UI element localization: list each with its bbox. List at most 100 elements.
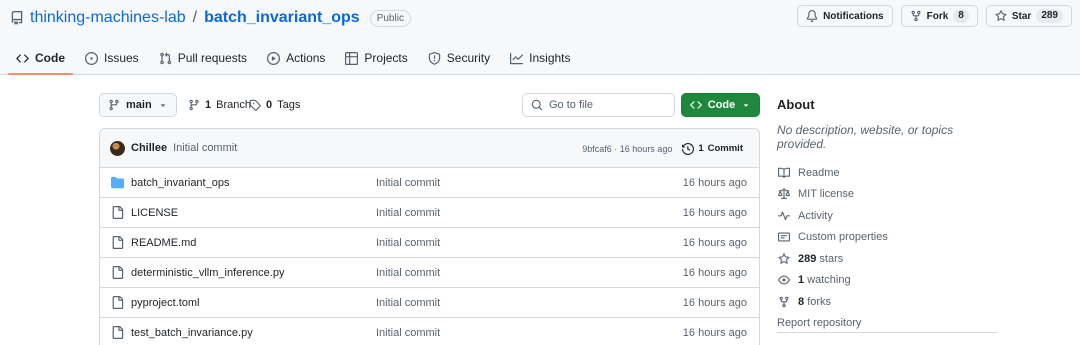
commit-hash-time[interactable]: 9bfcaf6 · 16 hours ago <box>582 144 672 154</box>
about-description: No description, website, or topics provi… <box>777 123 954 151</box>
commits-link[interactable]: 1 Commit <box>682 142 743 155</box>
shield-icon <box>428 51 441 65</box>
history-icon <box>682 142 695 155</box>
repo-name-link[interactable]: batch_invariant_ops <box>204 9 360 27</box>
file-date: 16 hours ago <box>682 177 747 189</box>
branch-icon <box>108 99 120 111</box>
table-icon <box>345 51 359 65</box>
table-row: LICENSE Initial commit 16 hours ago <box>100 198 759 228</box>
code-dropdown-button[interactable]: Code <box>681 93 760 117</box>
fork-icon <box>910 10 922 22</box>
star-label: Star <box>1011 10 1032 22</box>
about-sidebar: About No description, website, or topics… <box>777 97 997 334</box>
pulse-icon <box>777 210 790 222</box>
branch-name: main <box>126 99 152 111</box>
license-link[interactable]: MIT license <box>777 184 997 206</box>
table-row: batch_invariant_ops Initial commit 16 ho… <box>100 168 759 198</box>
tab-issues[interactable]: Issues <box>77 42 147 74</box>
file-commit-link[interactable]: Initial commit <box>376 288 440 318</box>
tab-insights[interactable]: Insights <box>502 42 578 74</box>
file-commit-link[interactable]: Initial commit <box>376 258 440 288</box>
file-name-link[interactable]: README.md <box>131 228 196 258</box>
tags-link[interactable]: 0 Tags <box>249 93 300 117</box>
stars-count: 289 <box>798 252 817 265</box>
file-commit-link[interactable]: Initial commit <box>376 228 440 258</box>
star-icon <box>777 252 790 265</box>
file-commit-link[interactable]: Initial commit <box>376 168 440 198</box>
code-icon <box>16 52 29 65</box>
file-date: 16 hours ago <box>682 297 747 309</box>
commits-label: Commit <box>707 143 743 154</box>
file-commit-link[interactable]: Initial commit <box>376 198 440 228</box>
file-icon <box>111 206 124 219</box>
about-title: About <box>777 97 815 112</box>
fork-icon <box>777 296 790 308</box>
book-icon <box>777 167 790 179</box>
file-name-link[interactable]: test_batch_invariance.py <box>131 318 253 345</box>
activity-label: Activity <box>798 209 833 222</box>
avatar[interactable] <box>110 140 125 156</box>
commit-author[interactable]: Chillee <box>131 142 167 154</box>
repo-header: thinking-machines-lab / batch_invariant_… <box>0 0 1080 75</box>
tab-projects[interactable]: Projects <box>337 42 415 74</box>
tab-security[interactable]: Security <box>420 42 498 74</box>
tab-label: Projects <box>364 51 408 65</box>
stars-label: stars <box>819 252 844 265</box>
forks-label: forks <box>807 295 832 308</box>
forks-link[interactable]: 8 forks <box>777 291 997 313</box>
caret-down-icon <box>158 100 168 110</box>
repo-owner-link[interactable]: thinking-machines-lab <box>30 9 186 27</box>
commits-count: 1 <box>698 143 704 154</box>
repo-separator: / <box>192 9 198 26</box>
file-name-link[interactable]: batch_invariant_ops <box>131 168 229 198</box>
custom-properties-label: Custom properties <box>798 231 888 244</box>
tab-pull-requests[interactable]: Pull requests <box>151 42 255 74</box>
file-icon <box>111 266 124 279</box>
fork-count: 8 <box>953 9 969 23</box>
caret-down-icon <box>741 100 751 110</box>
activity-link[interactable]: Activity <box>777 205 997 227</box>
code-icon <box>689 99 702 111</box>
table-row: README.md Initial commit 16 hours ago <box>100 228 759 258</box>
file-name-link[interactable]: deterministic_vllm_inference.py <box>131 258 284 288</box>
readme-link[interactable]: Readme <box>777 162 997 184</box>
file-date: 16 hours ago <box>682 207 747 219</box>
custom-properties-link[interactable]: Custom properties <box>777 227 997 249</box>
notifications-label: Notifications <box>823 10 884 22</box>
watching-link[interactable]: 1 watching <box>777 270 997 292</box>
commit-message[interactable]: Initial commit <box>173 142 237 154</box>
branch-selector[interactable]: main <box>99 93 177 117</box>
code-button-label: Code <box>707 99 736 111</box>
go-to-file-input[interactable]: Go to file <box>522 93 675 117</box>
note-icon <box>777 231 790 243</box>
play-icon <box>267 51 281 65</box>
file-name-link[interactable]: LICENSE <box>131 198 178 228</box>
star-icon <box>995 10 1007 22</box>
tab-label: Pull requests <box>177 51 248 65</box>
bell-icon <box>806 10 818 22</box>
tab-label: Insights <box>529 51 571 65</box>
file-commit-link[interactable]: Initial commit <box>376 318 440 345</box>
fork-button[interactable]: Fork 8 <box>900 5 978 27</box>
fork-label: Fork <box>926 10 949 22</box>
stars-link[interactable]: 289 stars <box>777 248 997 270</box>
tag-icon <box>249 99 261 111</box>
file-icon <box>111 296 124 309</box>
pull-request-icon <box>159 51 172 65</box>
search-icon <box>531 99 543 111</box>
folder-icon <box>111 176 124 189</box>
branches-link[interactable]: 1 Branch <box>188 93 251 117</box>
report-repository-link[interactable]: Report repository <box>777 313 997 334</box>
tags-count: 0 <box>266 99 273 111</box>
file-name-link[interactable]: pyproject.toml <box>131 288 199 318</box>
commit-meta: 9bfcaf6 · 16 hours ago 1 Commit <box>582 129 743 168</box>
tab-code[interactable]: Code <box>8 42 73 75</box>
branch-icon <box>188 99 200 111</box>
file-toolbar: main 1 Branch 0 Tags Go to file Code <box>99 93 760 117</box>
tab-actions[interactable]: Actions <box>259 42 333 74</box>
star-button[interactable]: Star 289 <box>985 5 1072 27</box>
notifications-button[interactable]: Notifications <box>797 5 893 27</box>
file-table: Chillee Initial commit 9bfcaf6 · 16 hour… <box>99 128 760 345</box>
watching-count: 1 <box>798 274 805 287</box>
latest-commit-row: Chillee Initial commit 9bfcaf6 · 16 hour… <box>100 129 759 168</box>
